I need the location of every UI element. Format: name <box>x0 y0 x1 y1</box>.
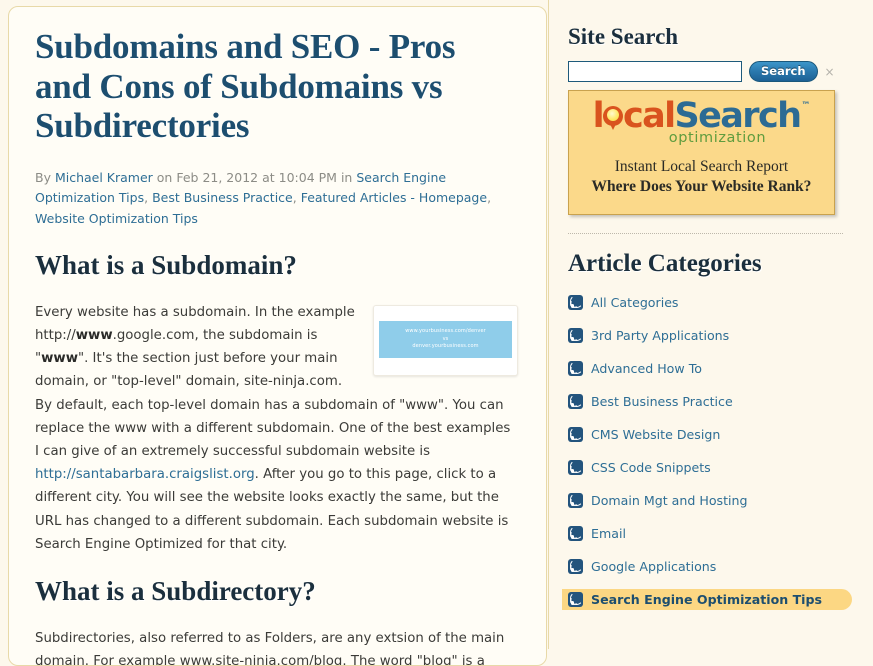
list-item[interactable]: Google Applications <box>562 556 858 577</box>
rss-icon <box>568 394 583 409</box>
category-link[interactable]: Domain Mgt and Hosting <box>591 493 748 508</box>
page-root: Subdomains and SEO - Pros and Cons of Su… <box>0 0 873 666</box>
list-item[interactable]: CMS Website Design <box>562 424 858 445</box>
list-item[interactable]: CSS Code Snippets <box>562 457 858 478</box>
figure-line-3: denver.yourbusiness.com <box>412 343 479 350</box>
category-link[interactable]: Email <box>591 526 626 541</box>
category-link[interactable]: 3rd Party Applications <box>591 328 729 343</box>
local-search-banner-ad[interactable]: l cal Search ™ optimization Instant Loca… <box>568 90 835 215</box>
search-input[interactable] <box>568 61 742 82</box>
article-categories-title: Article Categories <box>568 250 762 277</box>
category-list: All Categories 3rd Party Applications Adva… <box>562 292 858 610</box>
category-link[interactable]: Advanced How To <box>591 361 702 376</box>
list-item[interactable]: Advanced How To <box>562 358 858 379</box>
article-card: Subdomains and SEO - Pros and Cons of Su… <box>8 6 547 666</box>
ad-logo-cal: cal <box>622 96 676 136</box>
para-bold-www-2: www <box>41 351 78 367</box>
rss-icon <box>568 361 583 376</box>
map-pin-icon <box>602 106 623 130</box>
rss-icon <box>568 526 583 541</box>
close-icon[interactable]: × <box>825 66 835 78</box>
list-item[interactable]: Best Business Practice <box>562 391 858 412</box>
search-widget: Search × <box>568 61 858 82</box>
list-item[interactable]: 3rd Party Applications <box>562 325 858 346</box>
byline-on-label: on <box>152 169 177 185</box>
subdirectory-paragraph: Subdirectories, also referred to as Fold… <box>35 630 505 666</box>
byline-in-label: in <box>336 169 357 185</box>
rss-icon <box>568 559 583 574</box>
section-heading-subdirectory: What is a Subdirectory? <box>35 575 316 606</box>
byline-by-label: By <box>35 169 55 185</box>
column-divider <box>548 0 549 649</box>
category-link[interactable]: CSS Code Snippets <box>591 460 711 475</box>
list-item[interactable]: Domain Mgt and Hosting <box>562 490 858 511</box>
article-content: Subdomains and SEO - Pros and Cons of Su… <box>9 7 546 666</box>
list-item[interactable]: All Categories <box>562 292 858 313</box>
para-bold-www-1: www <box>75 328 113 344</box>
rss-icon <box>568 493 583 508</box>
rss-icon <box>568 427 583 442</box>
rss-icon <box>568 295 583 310</box>
site-search-title: Site Search <box>568 24 679 49</box>
byline-time: 10:04 PM <box>278 169 337 185</box>
list-item[interactable]: Email <box>562 523 858 544</box>
ad-tagline-2: Where Does Your Website Rank? <box>591 178 812 196</box>
byline-date: Feb 21, 2012 <box>176 169 259 185</box>
craigslist-link[interactable]: http://santabarbara.craigslist.org <box>35 467 255 482</box>
list-item[interactable]: Search Engine Optimization Tips <box>562 589 852 610</box>
byline-category-link[interactable]: Featured Articles - Homepage <box>301 190 487 205</box>
byline-sep: , <box>292 190 301 206</box>
trademark-icon: ™ <box>801 101 811 111</box>
category-link[interactable]: Best Business Practice <box>591 394 733 409</box>
rss-icon <box>568 328 583 343</box>
rss-icon <box>568 592 583 607</box>
section-heading-subdomain: What is a Subdomain? <box>35 249 297 280</box>
category-link[interactable]: Google Applications <box>591 559 716 574</box>
category-link[interactable]: All Categories <box>591 295 679 310</box>
figure-caption: www.yourbusiness.com/denver vs denver.yo… <box>379 320 512 358</box>
byline-category-link[interactable]: Website Optimization Tips <box>35 211 198 226</box>
figure-line-2: vs <box>442 335 449 342</box>
sidebar-divider <box>568 233 843 234</box>
byline-at-label: at <box>258 169 279 185</box>
byline-sep: , <box>144 190 153 206</box>
search-button[interactable]: Search <box>749 61 818 82</box>
subdomain-example-figure: www.yourbusiness.com/denver vs denver.yo… <box>373 304 518 376</box>
figure-line-1: www.yourbusiness.com/denver <box>405 327 486 334</box>
ad-tagline-1: Instant Local Search Report <box>614 158 789 175</box>
page-title: Subdomains and SEO - Pros and Cons of Su… <box>35 27 456 146</box>
ad-logo-search: Search <box>674 96 802 136</box>
rss-icon <box>568 460 583 475</box>
byline-category-link[interactable]: Best Business Practice <box>152 190 293 205</box>
category-link[interactable]: CMS Website Design <box>591 427 720 442</box>
category-link[interactable]: Search Engine Optimization Tips <box>591 592 822 607</box>
sidebar: Site Search Search × l cal Search ™ opti… <box>562 0 858 649</box>
byline: By Michael Kramer on Feb 21, 2012 at 10:… <box>35 168 513 230</box>
byline-sep: , <box>487 190 492 206</box>
ad-logo: l cal Search ™ <box>593 99 811 134</box>
ad-logo-l: l <box>592 96 605 136</box>
byline-author-link[interactable]: Michael Kramer <box>55 170 153 185</box>
